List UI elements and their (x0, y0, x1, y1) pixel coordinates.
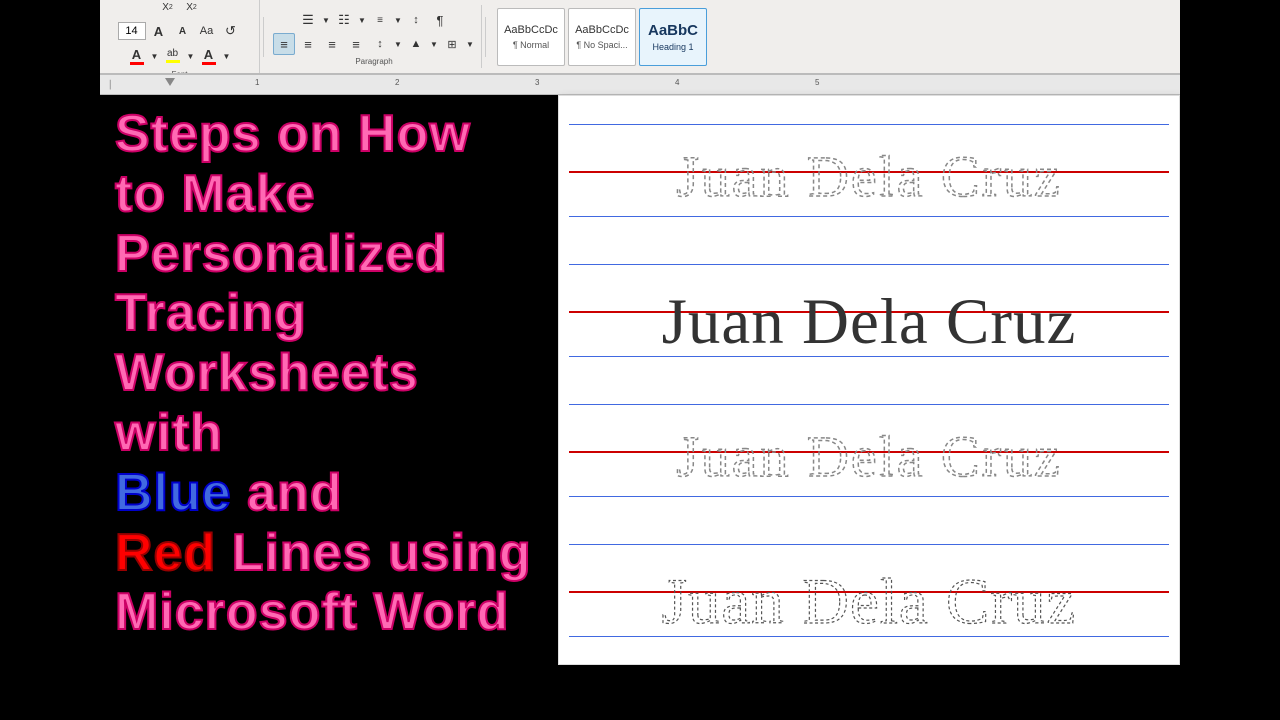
black-bar-left (0, 0, 100, 720)
word-red: Red (115, 524, 216, 582)
svg-text:Juan Dela Cruz: Juan Dela Cruz (676, 144, 1062, 209)
tracing-row-2: Juan Dela Cruz (569, 246, 1169, 376)
highlight-btn[interactable]: ab (163, 44, 183, 68)
overlay-line-5: with (115, 404, 565, 464)
tracing-name-row2: Juan Dela Cruz (569, 260, 1169, 366)
style-normal-preview: AaBbCcDc (504, 23, 558, 37)
overlay-line-2: to Make Personalized (115, 165, 565, 285)
shading-btn[interactable]: ▲ (405, 33, 427, 55)
svg-text:Juan Dela Cruz: Juan Dela Cruz (662, 286, 1077, 358)
svg-text:Juan Dela Cruz: Juan Dela Cruz (662, 566, 1077, 638)
svg-text:Juan Dela Cruz: Juan Dela Cruz (676, 424, 1062, 489)
tracing-row-4: Juan Dela Cruz (569, 526, 1169, 656)
borders-dropdown[interactable]: ▼ (465, 33, 475, 55)
align-left-btn[interactable]: ≡ (273, 33, 295, 55)
font-color-btn[interactable]: A (127, 44, 147, 68)
line-spacing-dropdown[interactable]: ▼ (393, 33, 403, 55)
line-blue-bot-1 (569, 216, 1169, 217)
font-color2-btn[interactable]: A (199, 44, 219, 68)
sort-btn[interactable]: ↕ (405, 9, 427, 31)
line-blue-bot-3 (569, 496, 1169, 497)
clear-format-btn[interactable]: ↺ (220, 20, 242, 42)
overlay-line-1: Steps on How (115, 105, 565, 165)
ruler: │ 1 2 3 4 5 (100, 75, 1180, 95)
bullets-dropdown[interactable]: ▼ (321, 9, 331, 31)
font-size-up[interactable]: A (148, 20, 170, 42)
tracing-name-row4: Juan Dela Cruz (569, 540, 1169, 646)
dotted-print-svg-2: Juan Dela Cruz (574, 404, 1164, 496)
word-blue: Blue (115, 464, 232, 522)
style-heading1-label: Heading 1 (652, 42, 693, 52)
subscript-btn[interactable]: X2 (157, 0, 179, 18)
toolbar: X2 X2 A A Aa ↺ A ▼ ab (100, 0, 1180, 75)
highlight-dropdown[interactable]: ▼ (185, 45, 197, 67)
overlay-line-6-rest: and (232, 464, 343, 522)
font-section-label: Font (171, 68, 187, 75)
cursive-svg-2: Juan Dela Cruz (574, 543, 1164, 643)
paragraph-section-label: Paragraph (355, 55, 392, 66)
word-page: Juan Dela Cruz Juan Dela Cruz Juan Dela … (558, 95, 1180, 665)
font-size-input[interactable] (118, 22, 146, 40)
font-group: X2 X2 A A Aa ↺ A ▼ ab (100, 0, 260, 75)
toolbar-sep-1 (263, 17, 264, 57)
tracing-name-row1: Juan Dela Cruz (569, 124, 1169, 216)
tracing-row-3: Juan Dela Cruz (569, 386, 1169, 516)
bullets-btn[interactable]: ☰ (297, 9, 319, 31)
align-center-btn[interactable]: ≡ (297, 33, 319, 55)
style-normal-label: ¶ Normal (513, 40, 549, 50)
styles-group: AaBbCcDc ¶ Normal AaBbCcDc ¶ No Spaci...… (489, 0, 715, 73)
align-right-btn[interactable]: ≡ (321, 33, 343, 55)
numbering-dropdown[interactable]: ▼ (357, 9, 367, 31)
style-heading1[interactable]: AaBbC Heading 1 (639, 8, 707, 66)
multilevel-dropdown[interactable]: ▼ (393, 9, 403, 31)
black-bar-right (1180, 0, 1280, 720)
overlay-line-4: Worksheets (115, 344, 565, 404)
tracing-name-row3: Juan Dela Cruz (569, 404, 1169, 496)
style-no-spacing-preview: AaBbCcDc (575, 23, 629, 37)
overlay-line-3: Tracing (115, 284, 565, 344)
style-no-spacing-label: ¶ No Spaci... (576, 40, 627, 50)
style-no-spacing[interactable]: AaBbCcDc ¶ No Spaci... (568, 8, 636, 66)
toolbar-sep-2 (485, 17, 486, 57)
borders-btn[interactable]: ⊞ (441, 33, 463, 55)
font-color2-dropdown[interactable]: ▼ (221, 45, 233, 67)
shading-dropdown[interactable]: ▼ (429, 33, 439, 55)
numbering-btn[interactable]: ☷ (333, 9, 355, 31)
style-heading1-preview: AaBbC (648, 22, 698, 40)
change-case-btn[interactable]: Aa (196, 20, 218, 42)
paragraph-group: ☰ ▼ ☷ ▼ ≡ ▼ ↕ ¶ ≡ ≡ ≡ ≡ ↕ ▼ ▲ ▼ ⊞ ▼ (267, 5, 482, 68)
font-size-down[interactable]: A (172, 20, 194, 42)
line-spacing-btn[interactable]: ↕ (369, 33, 391, 55)
align-justify-btn[interactable]: ≡ (345, 33, 367, 55)
overlay-line-7-rest: Lines using (216, 524, 531, 582)
overlay-line-8: Microsoft Word (115, 583, 565, 643)
style-normal[interactable]: AaBbCcDc ¶ Normal (497, 8, 565, 66)
superscript-btn[interactable]: X2 (181, 0, 203, 18)
overlay-line-7: Red Lines using (115, 524, 565, 584)
tracing-row-1: Juan Dela Cruz (569, 106, 1169, 236)
font-color-dropdown[interactable]: ▼ (149, 45, 161, 67)
cursive-svg-1: Juan Dela Cruz (574, 263, 1164, 363)
overlay-line-6: Blue and (115, 464, 565, 524)
overlay-text: Steps on How to Make Personalized Tracin… (100, 95, 580, 653)
multilevel-btn[interactable]: ≡ (369, 9, 391, 31)
show-marks-btn[interactable]: ¶ (429, 9, 451, 31)
dotted-print-svg-1: Juan Dela Cruz (574, 124, 1164, 216)
